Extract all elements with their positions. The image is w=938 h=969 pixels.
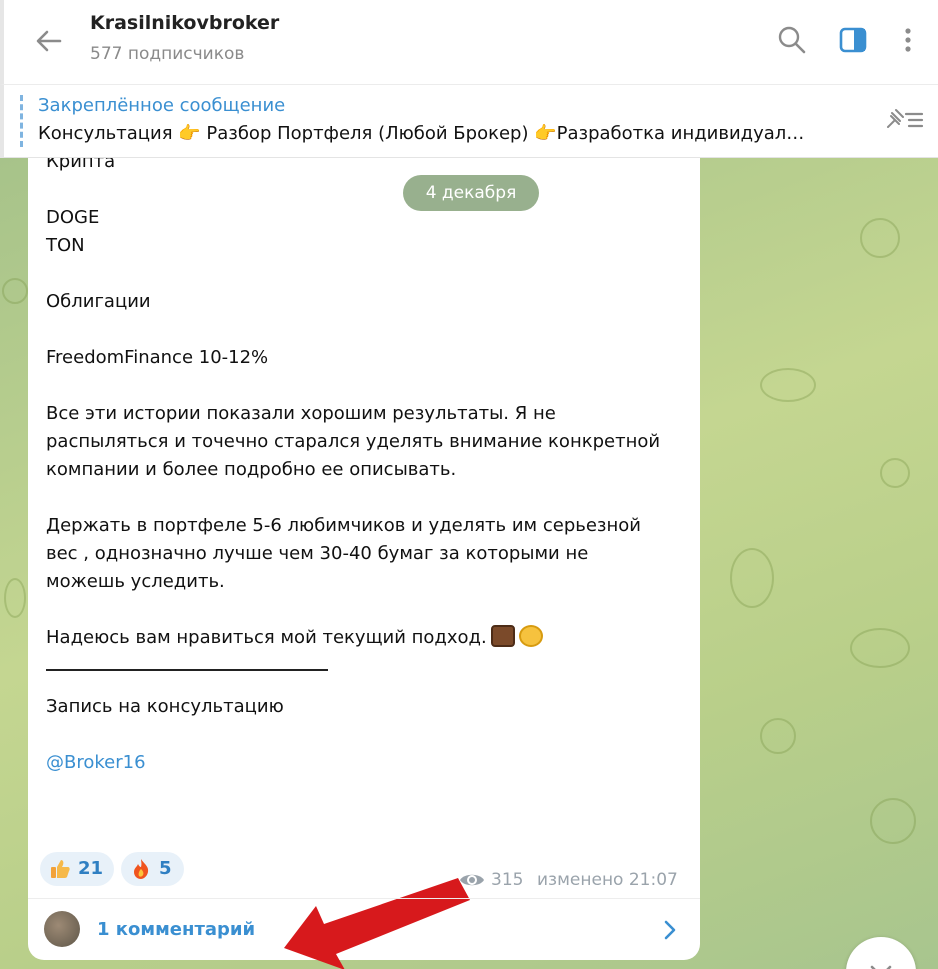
eye-icon [458, 870, 486, 890]
chevron-down-icon [870, 965, 892, 969]
channel-title[interactable]: Krasilnikovbroker [90, 12, 279, 34]
sidebar-toggle-icon[interactable] [835, 22, 871, 58]
comments-label: 1 комментарий [97, 919, 256, 940]
message-line: Надеюсь вам нравиться мой текущий подход… [46, 627, 487, 648]
thumbs-up-icon [49, 858, 71, 880]
background-doodle [880, 458, 910, 488]
message-line: Все эти истории показали хорошим результ… [46, 403, 556, 424]
pinned-text: Консультация 👉 Разбор Портфеля (Любой Бр… [38, 123, 805, 144]
message-line: компании и более подробно ее описывать. [46, 459, 457, 480]
pinned-indicator [20, 95, 23, 147]
background-doodle [850, 628, 910, 668]
background-doodle [760, 718, 796, 754]
background-doodle [2, 278, 28, 304]
date-badge: 4 декабря [403, 175, 539, 211]
message-line: можешь уследить. [46, 571, 225, 592]
background-doodle [4, 578, 26, 618]
chat-area: Крипта DOGE TON Облигации FreedomFinance… [0, 158, 938, 969]
reaction-count: 21 [78, 858, 104, 879]
view-count: 315 [491, 870, 524, 890]
unpin-list-icon[interactable] [882, 105, 928, 135]
money-mouth-face-icon [518, 625, 543, 647]
message-line: DOGE [46, 207, 100, 228]
back-arrow-icon[interactable] [32, 24, 66, 58]
chevron-right-icon [661, 919, 679, 941]
more-options-icon[interactable] [890, 22, 926, 58]
message-line-with-emoji: Надеюсь вам нравиться мой текущий подход… [46, 624, 686, 652]
reaction-count: 5 [159, 858, 172, 879]
background-doodle [730, 548, 774, 608]
message-line: распыляться и точечно старался уделять в… [46, 431, 661, 452]
background-doodle [760, 368, 816, 402]
message-line: Держать в портфеле 5-6 любимчиков и удел… [46, 515, 641, 536]
pinned-title: Закреплённое сообщение [38, 95, 286, 116]
message-bubble: Крипта DOGE TON Облигации FreedomFinance… [28, 158, 700, 960]
comments-button[interactable]: 1 комментарий [28, 898, 700, 960]
message-line: Запись на консультацию [46, 696, 284, 717]
chat-header: Krasilnikovbroker 577 подписчиков [0, 0, 938, 84]
message-line: Крипта [46, 158, 116, 172]
message-line: TON [46, 235, 85, 256]
briefcase-icon [490, 625, 515, 647]
message-meta: 315 изменено 21:07 [458, 868, 688, 894]
background-doodle [860, 218, 900, 258]
fire-icon [130, 858, 152, 880]
contact-link[interactable]: @Broker16 [46, 749, 686, 777]
message-line: FreedomFinance 10-12% [46, 347, 269, 368]
subscriber-count: 577 подписчиков [90, 44, 245, 64]
reaction-thumbs-up[interactable]: 21 [40, 852, 114, 886]
message-text: Крипта DOGE TON Облигации FreedomFinance… [46, 158, 686, 777]
commenter-avatar [44, 911, 80, 947]
search-icon[interactable] [774, 22, 810, 58]
divider-line [46, 669, 328, 671]
edited-timestamp: изменено 21:07 [537, 870, 678, 890]
background-doodle [870, 798, 916, 844]
message-line: Облигации [46, 291, 151, 312]
reaction-fire[interactable]: 5 [121, 852, 184, 886]
message-line: вес , однозначно лучше чем 30-40 бумаг з… [46, 543, 589, 564]
pinned-message-bar[interactable]: Закреплённое сообщение Консультация 👉 Ра… [0, 84, 938, 158]
